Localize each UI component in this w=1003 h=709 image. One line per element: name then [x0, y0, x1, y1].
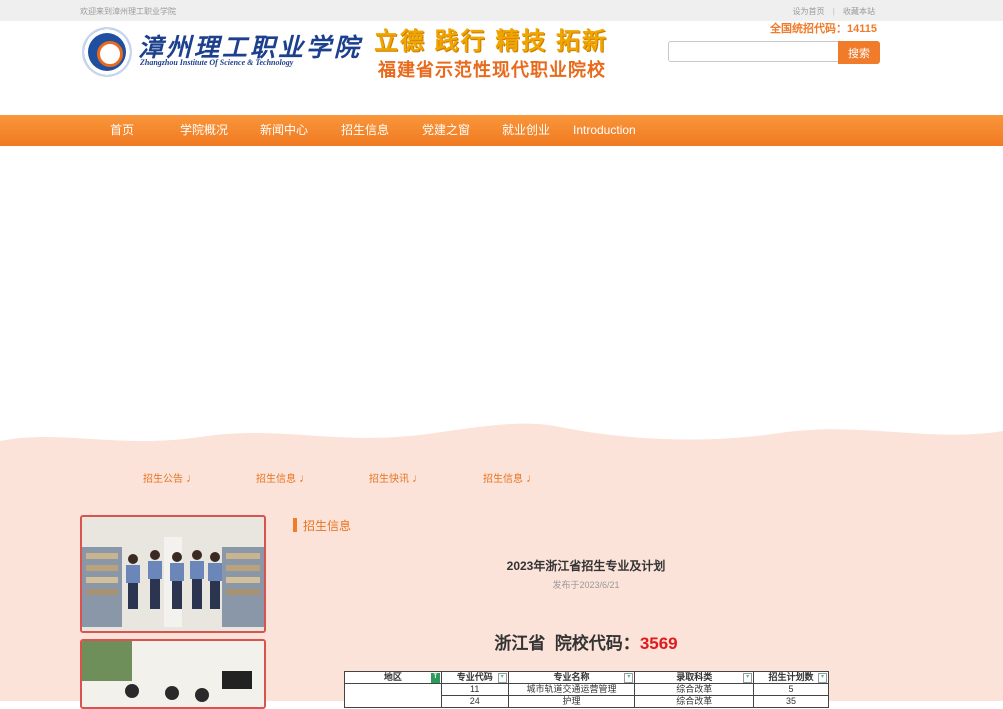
main-nav: 首页 学院概况 新闻中心 招生信息 党建之窗 就业创业 Introduction	[0, 115, 1003, 146]
province-name: 浙江省	[494, 634, 546, 653]
nav-item-news[interactable]: 新闻中心	[260, 115, 308, 146]
table-cell: 35	[753, 695, 829, 708]
table-header-cell[interactable]: 专业名称 ▾	[507, 671, 636, 684]
nav-item-about[interactable]: 学院概况	[180, 115, 228, 146]
enrollment-code: 全国统招代码：14115	[770, 23, 877, 35]
dropdown-icon[interactable]: ▾	[743, 673, 753, 683]
table-cell: 24	[440, 695, 509, 708]
subnav-label: 招生信息	[256, 474, 296, 485]
province-code-line: 浙江省 院校代码：3569	[344, 629, 828, 654]
table-header-cell[interactable]: 专业代码 ▾	[440, 671, 509, 684]
welcome-text: 欢迎来到漳州理工职业学院	[80, 7, 176, 16]
subnav-label: 招生信息	[483, 474, 523, 485]
wave-divider	[0, 423, 1003, 455]
emblem-center	[97, 41, 123, 67]
top-bar: 欢迎来到漳州理工职业学院 设为首页 | 收藏本站	[0, 0, 1003, 21]
table-row: 11 城市轨道交通运营管理 综合改革 5	[344, 683, 829, 708]
enrollment-plan-table: 地区 T 专业代码 ▾ 专业名称 ▾ 录取科类 ▾ 招生计划数 ▾ 11 城市轨道交通运营…	[344, 671, 829, 708]
classroom-photo-image	[82, 641, 264, 707]
table-cell: 5	[753, 683, 829, 696]
table-cell	[344, 683, 442, 708]
section-title-bar	[293, 518, 297, 532]
subnav-item-info[interactable]: 招生信息 ♩	[256, 470, 311, 485]
side-photo-library[interactable]	[80, 515, 266, 633]
article-title: 2023年浙江省招生专业及计划	[506, 559, 666, 573]
header-label: 专业名称	[553, 672, 590, 682]
table-header-row: 地区 T 专业代码 ▾ 专业名称 ▾ 录取科类 ▾ 招生计划数 ▾	[344, 671, 829, 684]
logo-english-name: Zhangzhou Institute Of Science & Technol…	[140, 58, 294, 67]
subnav-item-announcement[interactable]: 招生公告 ♩	[143, 470, 198, 485]
table-cell: 护理	[507, 695, 636, 708]
table-cell: 11	[440, 683, 509, 696]
table-cell: 综合改革	[634, 683, 755, 696]
subnav-item-flash[interactable]: 招生快讯 ♩	[369, 470, 424, 485]
music-note-icon: ♩	[412, 471, 424, 485]
bookmark-link[interactable]: 收藏本站	[843, 7, 875, 16]
music-note-icon: ♩	[186, 471, 198, 485]
subnav-label: 招生公告	[143, 474, 183, 485]
nav-item-home[interactable]: 首页	[110, 115, 134, 146]
dropdown-icon[interactable]: ▾	[624, 673, 634, 683]
header-label: 录取科类	[676, 672, 713, 682]
music-note-icon: ♩	[299, 471, 311, 485]
nav-item-admissions[interactable]: 招生信息	[341, 115, 389, 146]
top-links-separator: |	[832, 7, 835, 16]
header-label: 地区	[383, 672, 402, 682]
dropdown-icon[interactable]: ▾	[818, 673, 827, 683]
header-label: 专业代码	[456, 672, 493, 682]
music-note-icon: ♩	[526, 471, 538, 485]
search-input[interactable]	[668, 41, 838, 62]
article-date: 发布于2023/6/21	[552, 580, 620, 590]
nav-item-employment[interactable]: 就业创业	[502, 115, 550, 146]
school-emblem-icon[interactable]	[82, 27, 132, 77]
subnav-label: 招生快讯	[369, 474, 409, 485]
section-title-text: 招生信息	[303, 519, 352, 533]
subnav-item-info-2[interactable]: 招生信息 ♩	[483, 470, 538, 485]
slogan-motto: 立德 践行 精技 拓新	[374, 28, 609, 55]
nav-item-party[interactable]: 党建之窗	[422, 115, 470, 146]
banner-area	[0, 146, 1003, 426]
set-homepage-link[interactable]: 设为首页	[792, 7, 824, 16]
table-header-cell[interactable]: 招生计划数 ▾	[753, 671, 829, 684]
school-code-label: 院校代码：	[554, 634, 640, 653]
library-photo-image	[82, 517, 264, 631]
table-cell: 城市轨道交通运营管理	[507, 683, 636, 696]
section-title: 招生信息	[293, 517, 351, 534]
table-header-cell[interactable]: 地区 T	[344, 671, 442, 684]
table-cell: 综合改革	[634, 695, 755, 708]
top-links: 设为首页 | 收藏本站	[792, 6, 875, 17]
header-label: 招生计划数	[768, 672, 814, 682]
slogan-subtitle: 福建省示范性现代职业院校	[378, 60, 606, 80]
dropdown-icon[interactable]: ▾	[497, 673, 507, 683]
table-header-cell[interactable]: 录取科类 ▾	[634, 671, 755, 684]
search-button[interactable]: 搜索	[838, 41, 880, 64]
nav-item-introduction[interactable]: Introduction	[573, 115, 636, 146]
school-code-value: 3569	[639, 634, 678, 653]
side-photo-classroom[interactable]	[80, 639, 266, 709]
filter-icon[interactable]: T	[430, 673, 440, 683]
